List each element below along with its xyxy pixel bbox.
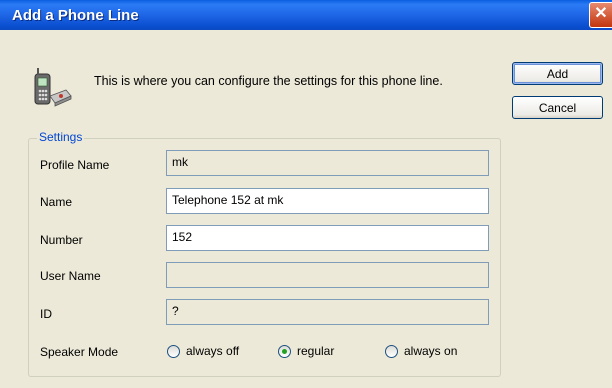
cancel-button[interactable]: Cancel bbox=[512, 96, 603, 119]
user-name-label: User Name bbox=[40, 269, 101, 283]
phone-icon bbox=[34, 68, 72, 107]
user-name-field bbox=[166, 262, 489, 288]
name-input[interactable]: Telephone 152 at mk bbox=[166, 188, 489, 214]
profile-name-label: Profile Name bbox=[40, 158, 110, 172]
radio-circle bbox=[385, 345, 398, 358]
number-input[interactable]: 152 bbox=[166, 225, 489, 251]
close-icon: ✕ bbox=[594, 5, 608, 22]
id-field: ? bbox=[166, 299, 489, 325]
radio-label-always-on: always on bbox=[404, 344, 458, 358]
profile-name-field: mk bbox=[166, 150, 489, 176]
radio-selected-dot bbox=[282, 349, 287, 354]
radio-circle bbox=[167, 345, 180, 358]
settings-legend: Settings bbox=[37, 130, 85, 144]
speaker-mode-label: Speaker Mode bbox=[40, 345, 119, 359]
radio-label-always-off: always off bbox=[186, 344, 240, 358]
radio-circle bbox=[278, 345, 291, 358]
window-title: Add a Phone Line bbox=[12, 7, 139, 24]
dialog-window: Add a Phone Line ✕ This is where you can… bbox=[0, 0, 612, 388]
name-label: Name bbox=[40, 195, 73, 209]
add-button[interactable]: Add bbox=[512, 62, 603, 85]
intro-text: This is where you can configure the sett… bbox=[94, 74, 443, 88]
id-label: ID bbox=[40, 307, 52, 321]
title-bar[interactable]: Add a Phone Line ✕ bbox=[0, 0, 612, 30]
radio-label-regular: regular bbox=[297, 344, 335, 358]
close-button[interactable]: ✕ bbox=[589, 2, 612, 28]
number-label: Number bbox=[40, 233, 83, 247]
